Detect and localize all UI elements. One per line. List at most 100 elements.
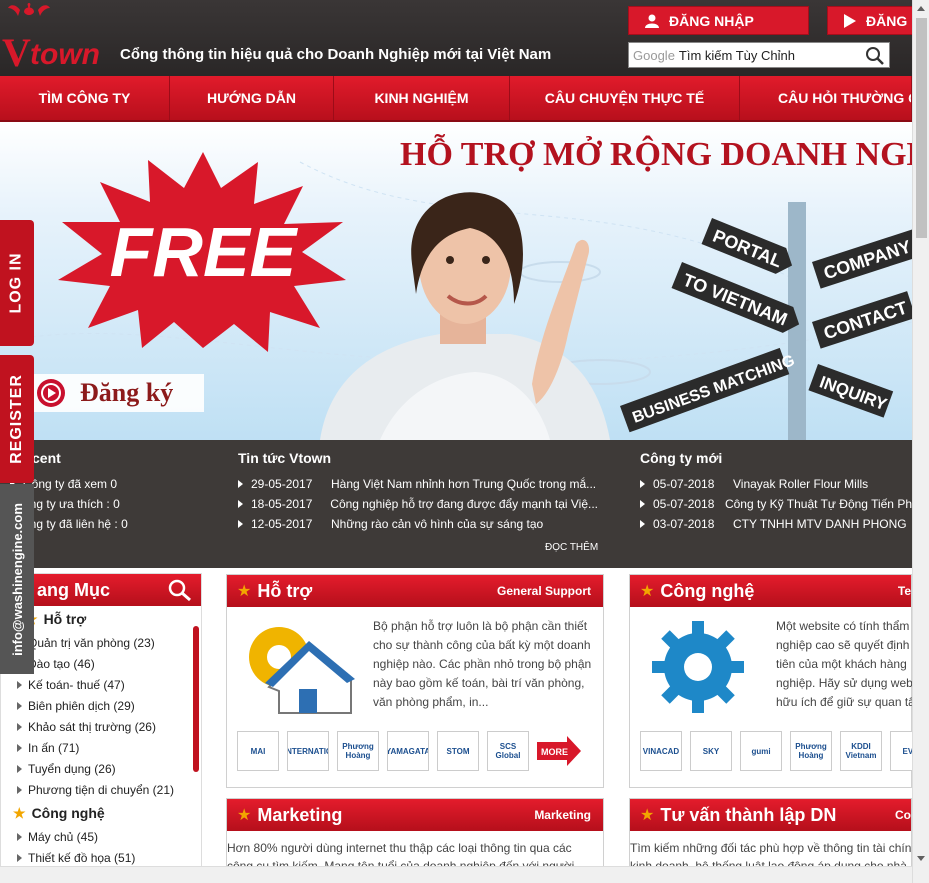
category-scrollbar[interactable] <box>193 626 199 772</box>
category-item[interactable]: Tuyển dụng (26) <box>1 758 201 779</box>
bullet-icon <box>238 500 243 508</box>
recent-item[interactable]: ông ty đã liên hệ : 0 <box>10 514 230 534</box>
news-headline: Những rào cản vô hình của sự sáng tạo <box>331 517 544 531</box>
panel-tech: ★ Công nghệ Te Một website có tính thẩm … <box>629 574 929 788</box>
category-item[interactable]: Kế toán- thuế (47) <box>1 674 201 695</box>
news-date: 18-05-2017 <box>251 497 313 511</box>
bullet-icon <box>238 480 243 488</box>
company-date: 05-07-2018 <box>653 497 715 511</box>
partner-logo[interactable]: STOM <box>437 731 479 771</box>
search-box: Google <box>628 42 890 68</box>
news-column: Tin tức Vtown 29-05-2017 Hàng Việt Nam nh… <box>238 440 598 534</box>
category-item-label: Máy chủ (45) <box>28 829 99 844</box>
company-item[interactable]: 03-07-2018 CTY TNHH MTV DANH PHONG <box>640 514 912 534</box>
more-button[interactable]: MORE <box>537 731 581 771</box>
side-email-label: info@washinengine.com <box>9 502 25 656</box>
more-label: MORE <box>541 747 568 757</box>
panel-tech-title: Công nghệ <box>660 580 755 601</box>
panel-marketing: ★ Marketing Marketing Hơn 80% người dùng… <box>226 798 604 873</box>
bullet-icon <box>17 701 22 710</box>
partner-logo[interactable]: VINACAD <box>640 731 682 771</box>
horizontal-scrollbar[interactable] <box>0 866 912 883</box>
recent-column: cent Công ty đã xem 0 ông ty ưa thích : … <box>10 440 230 534</box>
scroll-down-icon[interactable] <box>917 856 925 861</box>
bullet-icon <box>17 680 22 689</box>
bullet-icon <box>17 722 22 731</box>
partner-logo[interactable]: SECINTERNATIONAL <box>287 731 329 771</box>
side-email-tab[interactable]: info@washinengine.com <box>0 484 34 674</box>
sign-contact: CONTACT <box>821 298 910 344</box>
login-button[interactable]: ĐĂNG NHẬP <box>628 6 809 35</box>
recent-item[interactable]: Công ty đã xem 0 <box>10 474 230 494</box>
hero-banner[interactable]: HỖ TRỢ MỞ RỘNG DOANH NGH FREE PORTAL TO … <box>0 122 912 440</box>
register-banner-button[interactable]: Đăng ký <box>30 374 204 412</box>
category-item[interactable]: In ấn (71) <box>1 737 201 758</box>
main-nav: TÌM CÔNG TY HƯỚNG DẪN KINH NGHIỆM CÂU CH… <box>0 76 929 122</box>
scroll-up-icon[interactable] <box>917 6 925 11</box>
scroll-thumb[interactable] <box>916 18 927 238</box>
vtown-logo[interactable]: V town <box>2 2 118 72</box>
recent-title: cent <box>32 450 61 466</box>
category-item[interactable]: Phương tiện di chuyển (21) <box>1 779 201 800</box>
bullet-icon <box>640 500 645 508</box>
company-item[interactable]: 05-07-2018 Vinayak Roller Flour Mills <box>640 474 912 494</box>
partner-logo[interactable]: YAMAGATA <box>387 731 429 771</box>
category-item-label: Phương tiện di chuyển (21) <box>28 782 174 797</box>
category-group-tech[interactable]: ★ Công nghệ <box>1 800 201 826</box>
bullet-icon <box>238 520 243 528</box>
news-item[interactable]: 18-05-2017 Công nghiệp hỗ trợ đang được đ… <box>238 494 598 514</box>
nav-item-find-company[interactable]: TÌM CÔNG TY <box>0 76 170 120</box>
nav-item-guide[interactable]: HƯỚNG DẪN <box>170 76 334 120</box>
news-headline: Hàng Việt Nam nhỉnh hơn Trung Quốc trong… <box>331 477 597 491</box>
panel-marketing-header[interactable]: ★ Marketing Marketing <box>227 799 603 831</box>
category-item[interactable]: Khảo sát thị trường (26) <box>1 716 201 737</box>
category-item-label: Quản trị văn phòng (23) <box>28 635 155 650</box>
category-item[interactable]: Biên phiên dịch (29) <box>1 695 201 716</box>
search-icon[interactable] <box>167 578 193 602</box>
partner-logo[interactable]: gumi <box>740 731 782 771</box>
star-icon: ★ <box>237 583 252 600</box>
panel-tech-header[interactable]: ★ Công nghệ Te <box>630 575 911 607</box>
bullet-icon <box>640 520 645 528</box>
category-item-label: Thiết kế đồ họa (51) <box>28 850 136 865</box>
search-input[interactable] <box>678 47 869 63</box>
partner-logo[interactable]: SKY <box>690 731 732 771</box>
star-icon: ★ <box>640 583 655 600</box>
vertical-scrollbar[interactable] <box>912 0 929 883</box>
side-register-tab[interactable]: REGISTER <box>0 355 34 483</box>
panel-consult-header[interactable]: ★ Tư vấn thành lập DN Co <box>630 799 911 831</box>
partner-logo[interactable]: SCS Global <box>487 731 529 771</box>
businesswoman-image <box>320 192 610 440</box>
panel-marketing-title: Marketing <box>257 804 343 825</box>
company-item[interactable]: 05-07-2018 Công ty Kỹ Thuật Tự Động Tiến … <box>640 494 912 514</box>
category-item[interactable]: Máy chủ (45) <box>1 826 201 847</box>
company-name: Vinayak Roller Flour Mills <box>733 477 869 491</box>
partner-logo[interactable]: MAI <box>237 731 279 771</box>
nav-item-faq[interactable]: CÂU HỎI THƯỜNG G <box>740 76 912 120</box>
news-date: 12-05-2017 <box>251 517 313 531</box>
partner-logo[interactable]: Phương Hoàng <box>337 731 379 771</box>
news-item[interactable]: 12-05-2017 Những rào cản vô hình của sự s… <box>238 514 598 534</box>
bullet-icon <box>17 853 22 862</box>
partner-logo[interactable]: KDDI Vietnam <box>840 731 882 771</box>
nav-item-stories[interactable]: CÂU CHUYỆN THỰC TẾ <box>510 76 740 120</box>
more-arrow-icon: MORE <box>537 736 581 766</box>
bullet-icon <box>17 764 22 773</box>
recent-item[interactable]: ông ty ưa thích : 0 <box>10 494 230 514</box>
site-tagline: Cổng thông tin hiệu quả cho Doanh Nghiệp… <box>120 46 552 63</box>
news-item[interactable]: 29-05-2017 Hàng Việt Nam nhỉnh hơn Trung … <box>238 474 598 494</box>
recent-item-text: Công ty đã xem 0 <box>23 477 118 491</box>
signpost-image: PORTAL TO VIETNAM COMPANY DI CONTACT BUS… <box>620 202 912 440</box>
panel-support-header[interactable]: ★ Hỗ trợ General Support <box>227 575 603 607</box>
panel-tech-text: Một website có tính thẩm nghiệp cao sẽ q… <box>776 619 915 709</box>
category-item[interactable]: Thiết kế đồ họa (51) <box>1 847 201 868</box>
nav-item-experience[interactable]: KINH NGHIỆM <box>334 76 510 120</box>
read-more-link[interactable]: ĐỌC THÊM <box>545 542 598 553</box>
partner-logo[interactable]: Phương Hoàng <box>790 731 832 771</box>
side-register-label: REGISTER <box>8 374 26 464</box>
search-icon[interactable] <box>865 46 885 66</box>
gear-icon <box>652 621 744 713</box>
company-name: Công ty Kỹ Thuật Tự Động Tiến Ph <box>724 497 912 511</box>
side-login-tab[interactable]: LOG IN <box>0 220 34 346</box>
panel-consult-title: Tư vấn thành lập DN <box>660 804 837 825</box>
